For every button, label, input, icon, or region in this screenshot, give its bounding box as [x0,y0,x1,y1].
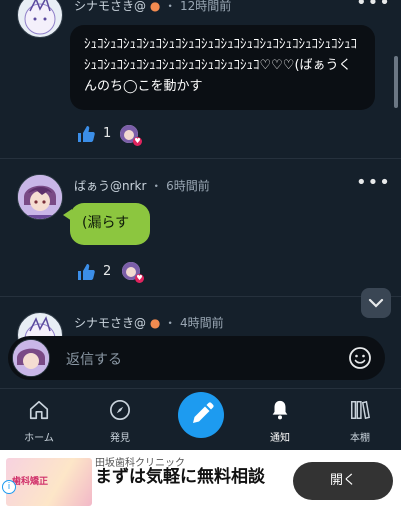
post-meta: ばぁう@nrkr ・ 6時間前 [74,177,210,194]
post-meta: シナモさき@ ● ・ 12時間前 [74,0,231,14]
ad-image[interactable]: 歯科矯正 [6,458,92,506]
post-time: 6時間前 [166,179,210,193]
post-divider [0,158,401,159]
nav-bookshelf-label: 本棚 [350,433,370,444]
my-avatar [12,339,50,377]
nav-discover-label: 発見 [110,433,130,444]
like-count: 1 [103,126,112,141]
home-icon [29,400,49,420]
compass-icon [110,400,130,420]
author-avatar[interactable] [17,174,63,220]
ad-open-button[interactable]: 開く [293,462,393,500]
reply-input[interactable]: 返信する [8,336,385,380]
chevron-down-icon [368,298,384,308]
nav-notifications[interactable]: 通知 [250,399,310,444]
more-options-icon[interactable]: ••• [356,0,391,12]
reply-placeholder: 返信する [66,352,122,368]
post-time: 12時間前 [180,0,232,13]
bell-icon [272,400,288,420]
post-divider [0,296,401,297]
author-name[interactable]: シナモさき@ [74,316,146,330]
nav-bookshelf[interactable]: 本棚 [330,399,390,444]
heart-icon: ♥ [133,137,142,146]
ad-banner[interactable]: 歯科矯正 i 田坂歯科クリニック まずは気軽に無料相談 開く [0,450,401,512]
liker-avatar[interactable]: ♥ [122,262,144,283]
ad-headline: まずは気軽に無料相談 [95,467,265,487]
heart-icon: ♥ [135,274,144,283]
meta-separator: ・ [150,179,163,193]
nav-home[interactable]: ホーム [9,399,69,444]
author-name[interactable]: ばぁう@nrkr [74,179,146,193]
peach-icon: ● [149,316,161,330]
like-count: 2 [103,264,112,279]
nav-discover[interactable]: 発見 [90,399,150,444]
pencil-icon [193,402,214,423]
post-body: ｼｭｺｼｭｺｼｭｺｼｭｺｼｭｺｼｭｺｼｭｺｼｭｺｼｭｺｼｭｺｼｭｺｼｭｺｼｭｺｼ… [70,25,375,110]
meta-separator: ・ [164,316,177,330]
post-time: 4時間前 [180,316,224,330]
like-icon[interactable] [76,262,96,282]
liker-avatar[interactable]: ♥ [120,125,142,146]
peach-icon: ● [149,0,161,13]
ad-info-icon[interactable]: i [2,480,16,494]
scrollbar[interactable] [394,56,398,108]
post-meta: シナモさき@ ● ・ 4時間前 [74,314,224,331]
ad-thumb-text: 歯科矯正 [12,477,49,487]
nav-home-label: ホーム [24,433,54,444]
author-name[interactable]: シナモさき@ [74,0,146,13]
more-options-icon[interactable]: ••• [356,174,391,192]
bookshelf-icon [351,400,371,420]
compose-button[interactable] [178,392,224,438]
post-body: (漏らす [63,203,150,245]
author-avatar[interactable] [17,0,63,38]
nav-notifications-label: 通知 [270,433,290,444]
meta-separator: ・ [164,0,177,13]
emoji-icon[interactable] [348,346,372,370]
like-icon[interactable] [76,124,96,144]
scroll-down-button[interactable] [361,288,391,318]
